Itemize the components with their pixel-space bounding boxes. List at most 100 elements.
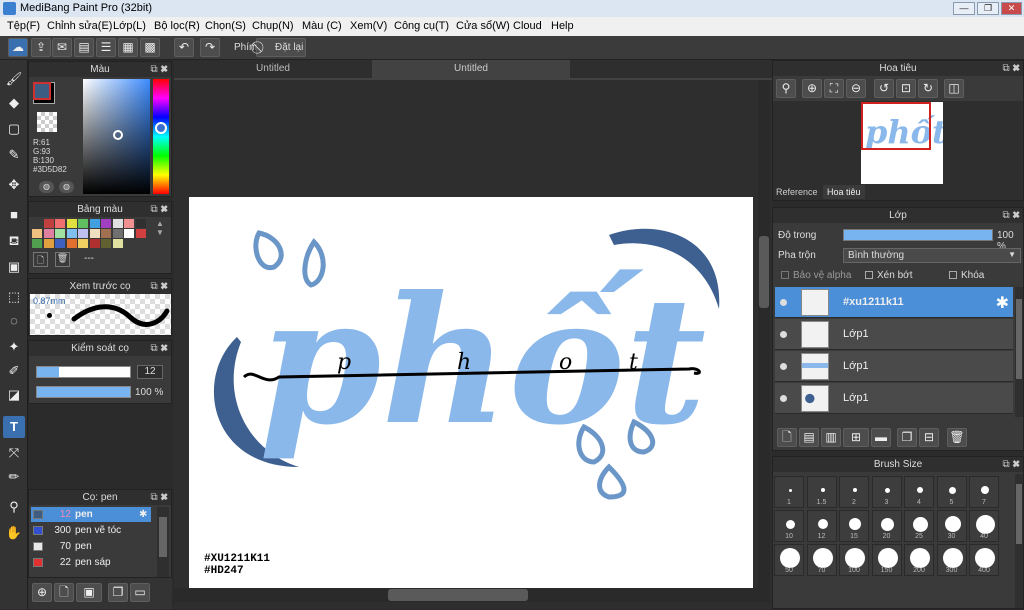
eraser-tool-icon[interactable]: ◆ [3,92,25,114]
lock-checkbox[interactable] [949,271,957,279]
transparent-color-swatch[interactable] [37,112,57,132]
grid-icon[interactable]: ▩ [140,38,160,57]
comment-icon[interactable]: ✉ [52,38,72,57]
bucket-tool-icon[interactable]: ⛾ [3,230,25,252]
menu-edit[interactable]: Chỉnh sửa(E) [47,20,112,32]
new-brush-icon[interactable]: 🗋 [54,583,74,602]
palette-swatch[interactable] [135,219,146,228]
delete-layer-icon[interactable]: 🗑 [947,428,967,447]
brush-size-cell[interactable]: 4 [904,476,934,508]
select-pen-icon[interactable]: ✐ [3,360,25,382]
hand-tool-icon[interactable]: ✋ [3,522,25,544]
new-palette-icon[interactable]: 🗋 [33,252,48,267]
palette-swatch[interactable] [89,239,100,248]
new-folder-icon[interactable]: ▬ [871,428,891,447]
brush-size-cell[interactable]: 300 [936,544,967,576]
palette-swatch[interactable] [32,229,42,238]
menu-tools[interactable]: Công cụ(T) [394,20,449,32]
layer-row[interactable]: Lớp1 [775,319,1013,350]
tab-untitled-2[interactable]: Untitled [372,60,570,78]
undo-icon[interactable]: ↶ [174,38,194,57]
brush-size-cell[interactable]: 150 [871,544,902,576]
zoom-icon[interactable]: ⚲ [776,79,796,98]
new-layer-icon[interactable]: 🗋 [777,428,797,447]
reset-view-icon[interactable]: ⊡ [896,79,916,98]
palette-swatch[interactable] [101,219,111,228]
panel-controls-icon[interactable]: ⧉ ✖ [150,279,168,294]
brush-size-cell[interactable]: 1 [774,476,804,508]
color-picker-cursor[interactable] [113,130,123,140]
merge-layer-icon[interactable]: ⊟ [919,428,939,447]
brush-size-cell[interactable]: 100 [839,544,869,576]
brush-size-cell[interactable]: 200 [904,544,934,576]
tab-reference[interactable]: Reference [776,187,818,197]
copy-brush-icon[interactable]: ❐ [108,583,128,602]
palette-swatch[interactable] [124,219,134,228]
panel-controls-icon[interactable]: ⧉ ✖ [150,62,168,77]
eye-icon[interactable] [780,331,787,338]
cloud-icon[interactable]: ☁ [8,38,28,57]
palette-swatch[interactable] [78,219,88,228]
brush-list-item[interactable]: 12 pen ✱ [31,507,151,522]
brush-size-cell[interactable]: 3 [871,476,902,508]
select-rect-icon[interactable]: ⬚ [3,286,25,308]
list-icon[interactable]: ☰ [96,38,116,57]
brush-size-value[interactable]: 12 [137,365,163,379]
palette-swatch[interactable] [32,239,42,248]
palette-swatch[interactable] [101,229,111,238]
fill-rect-icon[interactable]: ■ [3,204,25,226]
vertical-scrollbar[interactable] [758,80,770,590]
palette-swatch[interactable] [66,239,77,248]
brush-size-cell[interactable]: 12 [806,510,837,542]
brush-size-cell[interactable]: 400 [969,544,999,576]
gear-icon[interactable]: ✱ [139,507,147,522]
fit-icon[interactable]: ⛶ [824,79,844,98]
palette-swatch[interactable] [101,239,111,248]
magic-wand-icon[interactable]: ✦ [3,336,25,358]
hue-slider[interactable] [153,79,169,194]
panel-controls-icon[interactable]: ⧉ ✖ [1002,457,1020,472]
folder-brush-icon[interactable]: ▭ [130,583,150,602]
brush-list-item[interactable]: 22 pen sáp [31,555,151,570]
move-tool-icon[interactable]: ✥ [3,174,25,196]
brush-settings-icon[interactable]: ▣ [76,583,102,602]
palette-swatch[interactable] [124,229,134,238]
navigator-viewport-frame[interactable] [861,102,931,150]
share-icon[interactable]: ⇪ [31,38,51,57]
menu-window[interactable]: Cửa sổ(W) [456,20,510,32]
brush-list-item[interactable]: 300 pen vẽ tóc [31,523,151,538]
menu-filter[interactable]: Bộ lọc(R) [154,20,200,32]
brush-size-cell[interactable]: 7 [969,476,999,508]
delete-palette-icon[interactable]: 🗑 [55,252,70,267]
layer-row[interactable]: #xu1211k11 ✱ [775,287,1013,318]
menu-capture[interactable]: Chụp(N) [252,20,294,32]
brush-size-cell[interactable]: 70 [806,544,837,576]
tab-navigator[interactable]: Hoa tiêu [823,185,865,199]
brush-tool-icon[interactable]: 🖌 [3,68,25,90]
dot-tool-icon[interactable]: ✎ [3,144,25,166]
menu-color[interactable]: Màu (C) [302,20,342,32]
palette-swatch[interactable] [55,229,65,238]
layer-scrollbar[interactable] [1015,287,1023,417]
panel-controls-icon[interactable]: ⧉ ✖ [150,202,168,217]
drawing-paper[interactable]: phốt p h o t #XU1211K11 #HD247 [189,197,753,588]
zoom-out-icon[interactable]: ⊖ [846,79,866,98]
brush-size-cell[interactable]: 15 [839,510,869,542]
panel-controls-icon[interactable]: ⧉ ✖ [1002,208,1020,223]
palette-swatch[interactable] [112,219,123,228]
layer-view-icon[interactable]: ▦ [118,38,138,57]
foreground-color-swatch[interactable] [33,82,51,100]
rotate-left-icon[interactable]: ↺ [874,79,894,98]
hue-slider-handle[interactable] [155,122,167,134]
palette-swatch[interactable] [135,229,146,238]
brush-size-cell[interactable]: 20 [871,510,902,542]
duplicate-layer-icon[interactable]: ❐ [897,428,917,447]
palette-swatch[interactable] [43,219,54,228]
brush-size-cell[interactable]: 25 [904,510,934,542]
brush-size-cell[interactable]: 10 [774,510,804,542]
gradient-tool-icon[interactable]: ▣ [3,256,25,278]
reset-button[interactable]: ⃠ Đặt lại [256,38,306,57]
operation-tool-icon[interactable]: ⤧ [3,442,25,464]
new-halftone-layer-icon[interactable]: ▤ [799,428,819,447]
eye-icon[interactable] [780,299,787,306]
